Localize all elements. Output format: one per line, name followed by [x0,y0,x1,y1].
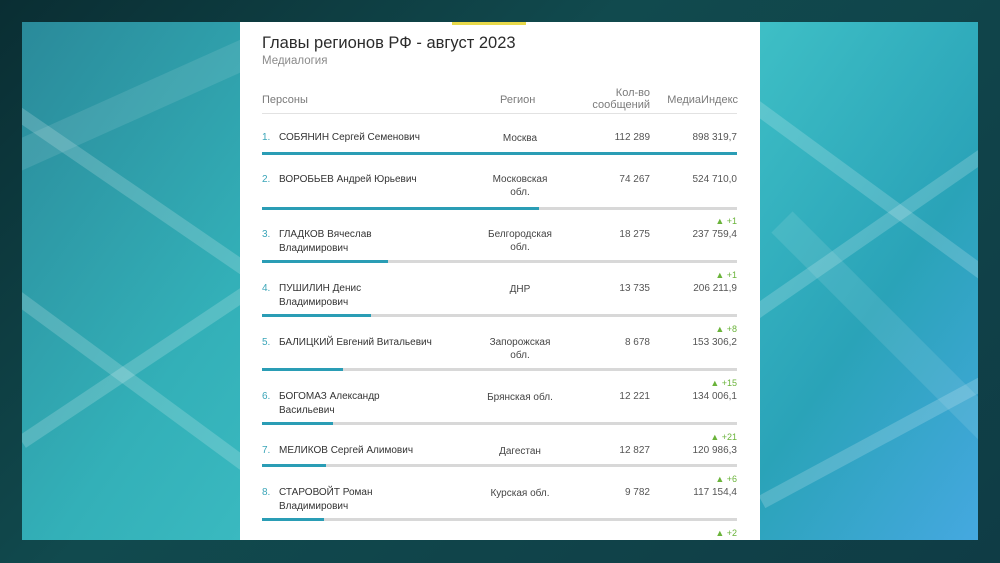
region-name: Дагестан [474,445,566,458]
person-name: БОГОМАЗ Александр Васильевич [279,390,469,418]
column-header-index: МедиаИндекс [667,94,738,106]
index-bar-track [262,207,737,210]
rank-change-badge: ▲ +6 [715,474,737,484]
rank-number: 1. [262,132,271,143]
rank-change-badge: ▲ +2 [715,528,737,538]
media-index: 898 319,7 [692,132,738,143]
region-name: Московская обл. [474,173,566,199]
region-line1: Дагестан [499,446,541,457]
person-name-line1: БОГОМАЗ Александр [279,391,380,402]
person-name-line1: ВОРОБЬЕВ Андрей Юрьевич [279,174,417,185]
person-name-line2: Владимирович [279,501,349,512]
index-bar-track [262,518,737,521]
region-line1: Курская обл. [490,488,550,499]
rank-number: 6. [262,391,271,402]
message-count: 12 221 [619,391,650,402]
media-index: 153 306,2 [692,337,738,348]
message-count: 112 289 [614,132,650,143]
person-name: ГЛАДКОВ Вячеслав Владимирович [279,228,469,256]
media-index: 117 154,4 [693,487,737,498]
person-name-line1: МЕЛИКОВ Сергей Алимович [279,445,414,456]
column-header-messages: Кол-во сообщений [572,87,650,111]
region-name: Москва [474,132,566,145]
person-name: СОБЯНИН Сергей Семенович [279,131,469,145]
media-index: 120 986,3 [692,445,738,456]
person-name-line2: Васильевич [279,405,335,416]
page-title: Главы регионов РФ - август 2023 [262,34,516,52]
person-name: ПУШИЛИН Денис Владимирович [279,282,469,310]
index-bar-fill [262,152,737,155]
region-line1: Московская [492,174,548,185]
person-name: ВОРОБЬЕВ Андрей Юрьевич [279,173,469,187]
rating-card: Главы регионов РФ - август 2023 Медиалог… [240,22,760,540]
region-name: ДНР [474,283,566,296]
rank-number: 2. [262,174,271,185]
index-bar-fill [262,464,327,467]
person-name-line1: ГЛАДКОВ Вячеслав [279,229,372,240]
region-line1: Белгородская [488,229,552,240]
person-name-line1: БАЛИЦКИЙ Евгений Витальевич [279,337,432,348]
region-line1: Брянская обл. [487,392,553,403]
region-line2: обл. [510,350,530,361]
person-name-line1: СОБЯНИН Сергей Семенович [279,132,420,143]
index-bar-track [262,422,737,425]
index-bar-track [262,314,737,317]
region-name: Брянская обл. [474,391,566,404]
person-name-line2: Владимирович [279,297,349,308]
column-header-messages-line1: Кол-во [615,87,650,99]
person-name: СТАРОВОЙТ Роман Владимирович [279,486,469,514]
rank-number: 7. [262,445,271,456]
accent-bar [452,22,526,25]
column-header-messages-line2: сообщений [592,99,650,111]
rank-change-badge: ▲ +1 [715,216,737,226]
person-name-line2: Владимирович [279,243,349,254]
person-name: БАЛИЦКИЙ Евгений Витальевич [279,336,469,350]
region-line2: обл. [510,242,530,253]
media-index: 206 211,9 [693,283,737,294]
index-bar-fill [262,368,344,371]
index-bar-fill [262,422,333,425]
index-bar-fill [262,518,324,521]
region-line1: Москва [502,133,538,144]
person-name-line1: СТАРОВОЙТ Роман [279,487,373,498]
region-line2: обл. [510,187,530,198]
index-bar-track [262,152,737,155]
column-header-region: Регион [500,94,536,106]
media-index: 524 710,0 [692,174,738,185]
rank-number: 5. [262,337,271,348]
index-bar-fill [262,260,388,263]
message-count: 18 275 [619,229,650,240]
index-bar-track [262,260,737,263]
message-count: 8 678 [624,337,650,348]
index-bar-track [262,368,737,371]
index-bar-track [262,464,737,467]
media-index: 134 006,1 [692,391,738,402]
region-name: Курская обл. [474,487,566,500]
rank-number: 8. [262,487,271,498]
message-count: 12 827 [619,445,650,456]
person-name: МЕЛИКОВ Сергей Алимович [279,444,469,458]
rank-change-badge: ▲ +8 [715,324,737,334]
region-name: Запорожская обл. [474,336,566,362]
index-bar-fill [262,314,372,317]
rank-number: 3. [262,229,271,240]
message-count: 9 782 [624,487,650,498]
region-name: Белгородская обл. [474,228,566,254]
header-divider [262,113,737,114]
message-count: 74 267 [619,174,650,185]
table-row: ▲ +2 [262,528,737,540]
region-line1: Запорожская [489,337,551,348]
message-count: 13 735 [619,283,650,294]
media-index: 237 759,4 [692,229,738,240]
page-subtitle: Медиалогия [262,55,328,67]
index-bar-fill [262,207,540,210]
rank-change-badge: ▲ +15 [710,378,737,388]
rank-change-badge: ▲ +1 [715,270,737,280]
rank-number: 4. [262,283,271,294]
rank-change-badge: ▲ +21 [710,432,737,442]
person-name-line1: ПУШИЛИН Денис [279,283,362,294]
column-header-person: Персоны [262,94,308,106]
region-line1: ДНР [509,284,531,295]
